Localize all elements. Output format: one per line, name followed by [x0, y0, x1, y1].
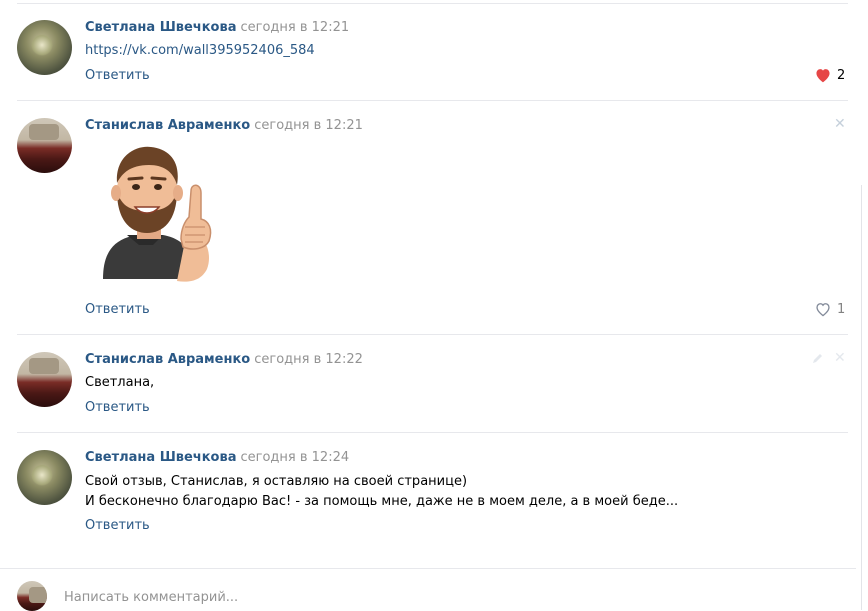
like-button[interactable]: 1 [814, 301, 845, 317]
close-icon[interactable]: ✕ [834, 116, 846, 132]
edit-icon[interactable] [812, 352, 824, 364]
like-count: 1 [837, 301, 846, 317]
avatar[interactable] [17, 20, 72, 75]
author-name[interactable]: Светлана Швечкова [85, 20, 236, 35]
comment-author-line: Станислав Авраменко сегодня в 12:21 [85, 118, 363, 133]
comment-author-line: Светлана Швечкова сегодня в 12:21 [85, 20, 349, 35]
comment-text-line: И бесконечно благодарю Вас! - за помощь … [85, 494, 679, 509]
page-right-edge [856, 0, 868, 610]
reply-button[interactable]: Ответить [85, 400, 150, 415]
avatar [17, 581, 47, 611]
comment-date[interactable]: сегодня в 12:24 [240, 450, 349, 465]
comment-divider [17, 100, 848, 101]
like-button[interactable]: 2 [814, 67, 845, 83]
heart-outline-icon [816, 303, 830, 317]
like-count: 2 [837, 67, 846, 83]
comment-date[interactable]: сегодня в 12:22 [254, 352, 363, 367]
reply-button[interactable]: Ответить [85, 302, 150, 317]
comment-input[interactable] [64, 587, 824, 607]
comment-link[interactable]: https://vk.com/wall395952406_584 [85, 43, 315, 58]
comment-composer [0, 568, 856, 611]
avatar[interactable] [17, 352, 72, 407]
comment-text-line: Свой отзыв, Станислав, я оставляю на сво… [85, 474, 468, 489]
comment-text: Светлана, [85, 375, 155, 390]
comment-author-line: Станислав Авраменко сегодня в 12:22 [85, 352, 363, 367]
comment-date[interactable]: сегодня в 12:21 [254, 118, 363, 133]
thumbs-up-bearded-man-sticker [103, 146, 212, 282]
top-divider [17, 3, 848, 4]
author-name[interactable]: Станислав Авраменко [85, 118, 250, 133]
heart-filled-icon [816, 69, 830, 83]
comment-divider [17, 432, 848, 433]
reply-button[interactable]: Ответить [85, 68, 150, 83]
comment-date[interactable]: сегодня в 12:21 [240, 20, 349, 35]
comment-divider [17, 334, 848, 335]
avatar[interactable] [17, 450, 72, 505]
comment-author-line: Светлана Швечкова сегодня в 12:24 [85, 450, 349, 465]
avatar[interactable] [17, 118, 72, 173]
scroll-edge [861, 185, 862, 610]
reply-button[interactable]: Ответить [85, 518, 150, 533]
author-name[interactable]: Станислав Авраменко [85, 352, 250, 367]
author-name[interactable]: Светлана Швечкова [85, 450, 236, 465]
close-icon[interactable]: ✕ [834, 350, 846, 366]
